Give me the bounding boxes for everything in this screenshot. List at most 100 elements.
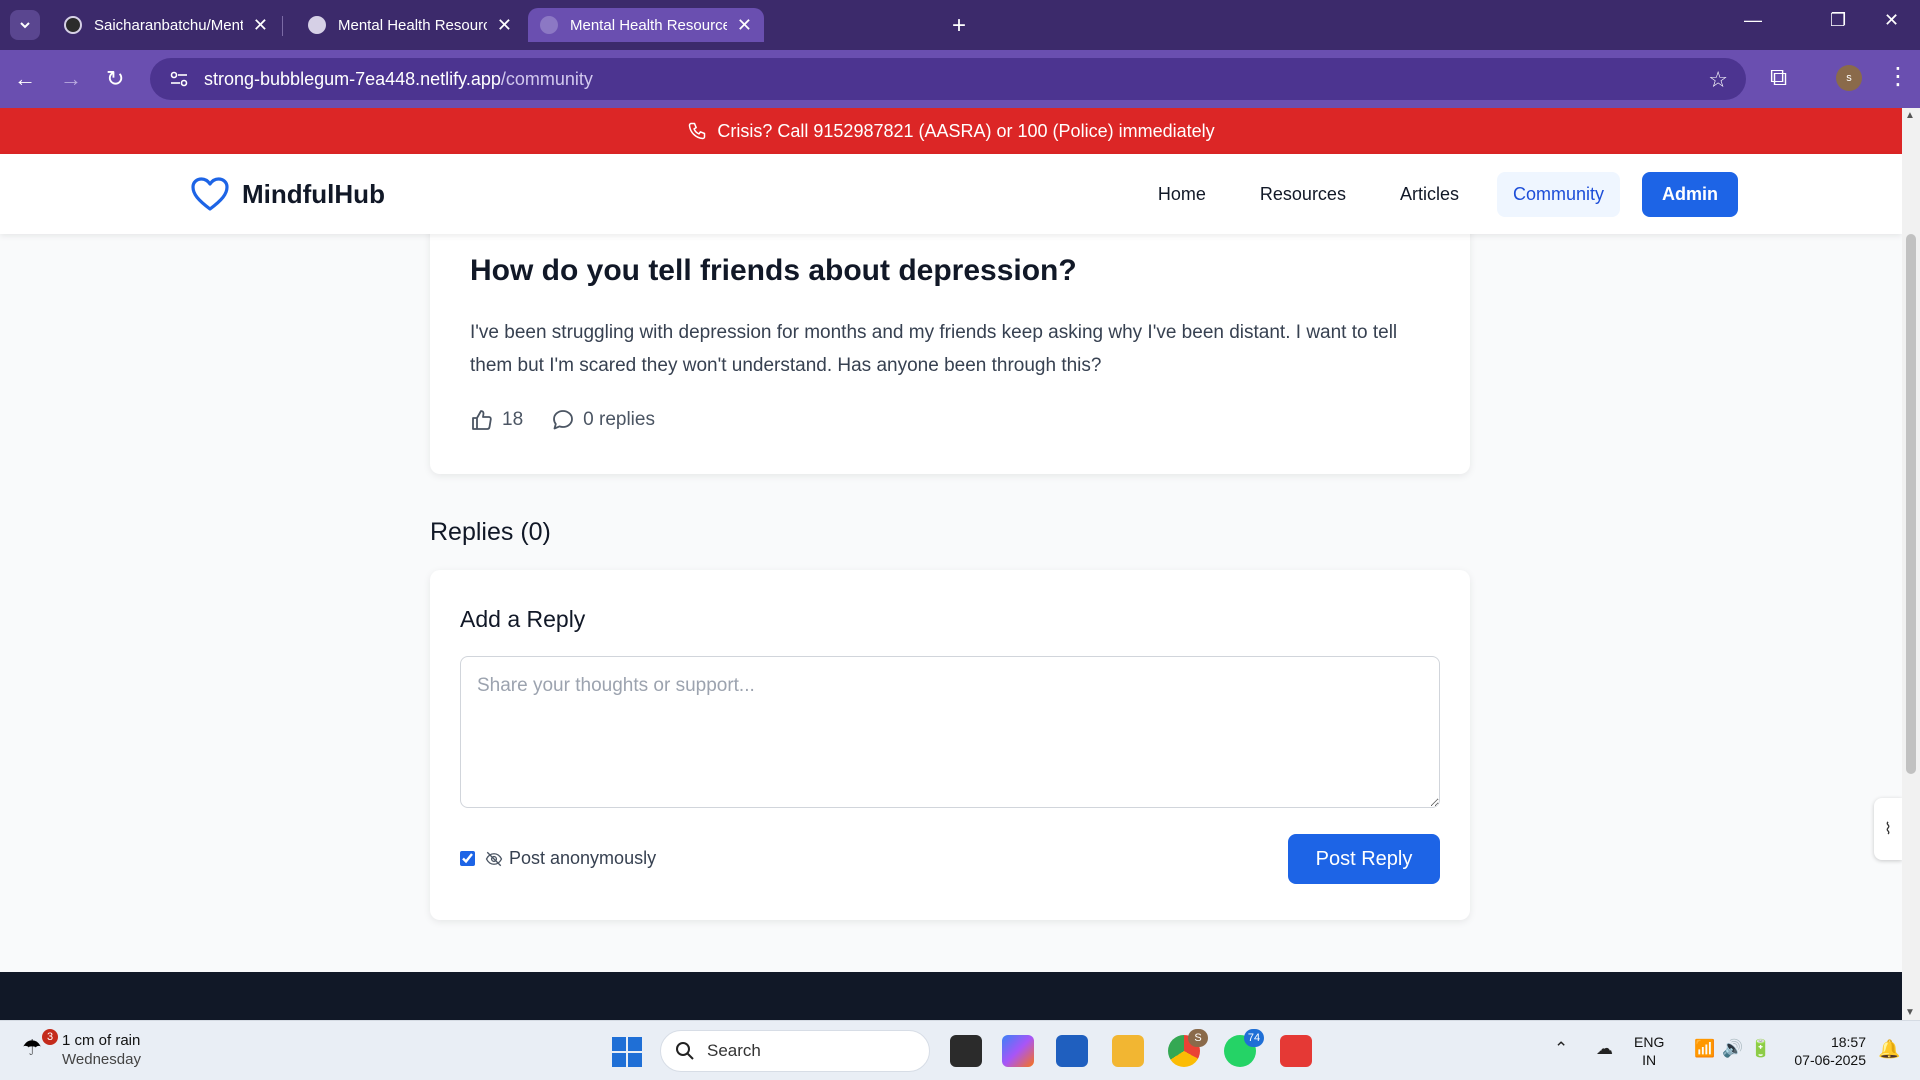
site-footer xyxy=(0,972,1902,1020)
chevron-down-icon xyxy=(20,22,30,29)
weather-badge: 3 xyxy=(42,1029,58,1045)
umbrella-icon: ☂ 3 xyxy=(22,1029,58,1065)
phone-icon xyxy=(687,121,707,141)
extensions-icon[interactable]: ⧉ xyxy=(1770,64,1787,92)
browser-menu-icon[interactable]: ⋮ xyxy=(1886,62,1910,91)
volume-icon[interactable]: 🔊 xyxy=(1722,1039,1743,1059)
copilot-icon[interactable] xyxy=(1002,1035,1034,1067)
search-icon xyxy=(675,1041,695,1061)
tab-title: Saicharanbatchu/Mental-Health xyxy=(94,16,243,34)
like-count: 18 xyxy=(502,409,524,430)
task-view-icon[interactable] xyxy=(950,1035,982,1067)
crisis-text[interactable]: Crisis? Call 9152987821 (AASRA) or 100 (… xyxy=(717,121,1214,142)
bookmark-star-icon[interactable]: ☆ xyxy=(1708,67,1728,93)
site-info-icon[interactable] xyxy=(168,68,190,90)
admin-button[interactable]: Admin xyxy=(1642,172,1738,217)
reply-textarea[interactable] xyxy=(460,656,1440,808)
whatsapp-icon[interactable]: 74 xyxy=(1224,1029,1264,1067)
clock-date: 07-06-2025 xyxy=(1794,1052,1866,1068)
app-icon[interactable] xyxy=(1280,1035,1312,1067)
window-close-icon[interactable]: ✕ xyxy=(1884,10,1899,31)
replies-link[interactable]: 0 replies xyxy=(551,408,655,432)
post-title: How do you tell friends about depression… xyxy=(470,254,1077,287)
store-icon[interactable] xyxy=(1056,1035,1088,1067)
close-icon[interactable]: ✕ xyxy=(737,15,752,36)
system-clock[interactable]: 18:57 07-06-2025 xyxy=(1786,1033,1866,1069)
brand-logo[interactable]: MindfulHub xyxy=(190,176,385,212)
main-nav: Home Resources Articles Community Admin xyxy=(1120,172,1738,217)
brand-name: MindfulHub xyxy=(242,178,385,209)
browser-tab-github[interactable]: Saicharanbatchu/Mental-Health ✕ xyxy=(52,8,280,42)
forward-icon[interactable]: → xyxy=(60,66,82,92)
eye-off-icon xyxy=(485,850,503,868)
browser-tab-bar: Saicharanbatchu/Mental-Health ✕ Mental H… xyxy=(0,0,1920,50)
github-icon xyxy=(64,16,82,34)
nav-community[interactable]: Community xyxy=(1496,172,1620,217)
post-meta: 18 0 replies xyxy=(470,408,683,432)
tab-search-button[interactable] xyxy=(10,10,40,40)
nav-articles[interactable]: Articles xyxy=(1384,172,1475,217)
anonymous-toggle[interactable]: Post anonymously xyxy=(460,848,656,869)
weather-widget[interactable]: ☂ 3 1 cm of rain Wednesday xyxy=(22,1029,141,1069)
anonymous-checkbox[interactable] xyxy=(460,851,475,866)
close-icon[interactable]: ✕ xyxy=(253,15,268,36)
reply-count: 0 replies xyxy=(583,409,655,430)
post-body: I've been struggling with depression for… xyxy=(470,322,1398,376)
taskbar-search[interactable]: Search xyxy=(660,1030,930,1072)
scroll-down-icon[interactable]: ▼ xyxy=(1905,1007,1915,1018)
replies-heading: Replies (0) xyxy=(430,518,551,546)
scroll-up-icon[interactable]: ▲ xyxy=(1905,110,1915,121)
reload-icon[interactable]: ↻ xyxy=(106,66,124,92)
scroll-thumb[interactable] xyxy=(1906,234,1916,774)
tab-title: Mental Health Resource Hub - S xyxy=(570,16,727,34)
browser-tab-hub-active[interactable]: Mental Health Resource Hub - S ✕ xyxy=(528,8,764,42)
region-code: IN xyxy=(1642,1052,1657,1068)
like-button[interactable]: 18 xyxy=(470,408,523,432)
language-indicator[interactable]: ENG IN xyxy=(1634,1033,1664,1069)
restore-icon[interactable]: ❐ xyxy=(1830,10,1846,31)
chrome-profile-badge: S xyxy=(1188,1029,1208,1047)
nav-resources[interactable]: Resources xyxy=(1244,172,1362,217)
post-card: How do you tell friends about depression… xyxy=(430,192,1470,474)
tab-title: Mental Health Resource Hub - S xyxy=(338,16,487,34)
site-header: MindfulHub Home Resources Articles Commu… xyxy=(0,154,1902,234)
page-scrollbar[interactable]: ▲ ▼ xyxy=(1902,108,1920,1020)
globe-icon xyxy=(540,16,558,34)
search-label: Search xyxy=(707,1041,761,1060)
weather-summary: 1 cm of rain xyxy=(62,1032,141,1049)
comment-icon xyxy=(553,410,574,430)
language-code: ENG xyxy=(1634,1034,1665,1050)
battery-icon[interactable]: 🔋 xyxy=(1750,1039,1771,1059)
tray-overflow-icon[interactable]: ⌃ xyxy=(1554,1039,1568,1059)
side-panel-tab[interactable]: ⌇ xyxy=(1874,798,1902,860)
url-domain: strong-bubblegum-7ea448.netlify.app xyxy=(204,68,501,89)
windows-start-icon[interactable] xyxy=(612,1037,642,1067)
profile-avatar[interactable]: s xyxy=(1836,65,1862,91)
address-bar[interactable]: strong-bubblegum-7ea448.netlify.app/comm… xyxy=(150,58,1746,100)
browser-tab-hub-1[interactable]: Mental Health Resource Hub - S ✕ xyxy=(296,8,524,42)
post-reply-button[interactable]: Post Reply xyxy=(1288,834,1440,884)
heart-icon xyxy=(191,177,229,211)
page-viewport: Crisis? Call 9152987821 (AASRA) or 100 (… xyxy=(0,108,1902,1020)
clock-time: 18:57 xyxy=(1830,1034,1866,1050)
wifi-icon[interactable]: 📶 xyxy=(1694,1039,1715,1059)
back-icon[interactable]: ← xyxy=(14,66,36,92)
url-path: /community xyxy=(500,68,593,89)
file-explorer-icon[interactable] xyxy=(1112,1035,1144,1067)
thumbs-up-icon xyxy=(472,410,492,430)
browser-toolbar: ← → ↻ strong-bubblegum-7ea448.netlify.ap… xyxy=(0,50,1920,108)
globe-icon xyxy=(308,16,326,34)
reply-form-title: Add a Reply xyxy=(460,606,586,632)
new-tab-button[interactable]: + xyxy=(952,12,966,40)
onedrive-icon[interactable]: ☁ xyxy=(1596,1039,1613,1059)
chrome-icon[interactable]: S xyxy=(1168,1029,1208,1067)
minimize-icon[interactable]: — xyxy=(1744,10,1762,31)
anonymous-label: Post anonymously xyxy=(509,848,657,868)
close-icon[interactable]: ✕ xyxy=(497,15,512,36)
whatsapp-badge: 74 xyxy=(1244,1029,1264,1047)
reply-form-card: Add a Reply Post anonymously Post Reply xyxy=(430,570,1470,920)
weather-day: Wednesday xyxy=(62,1051,141,1068)
windows-taskbar: ☂ 3 1 cm of rain Wednesday Search S 74 ⌃… xyxy=(0,1020,1920,1080)
notification-bell-icon[interactable]: 🔔 xyxy=(1878,1039,1900,1060)
nav-home[interactable]: Home xyxy=(1142,172,1222,217)
